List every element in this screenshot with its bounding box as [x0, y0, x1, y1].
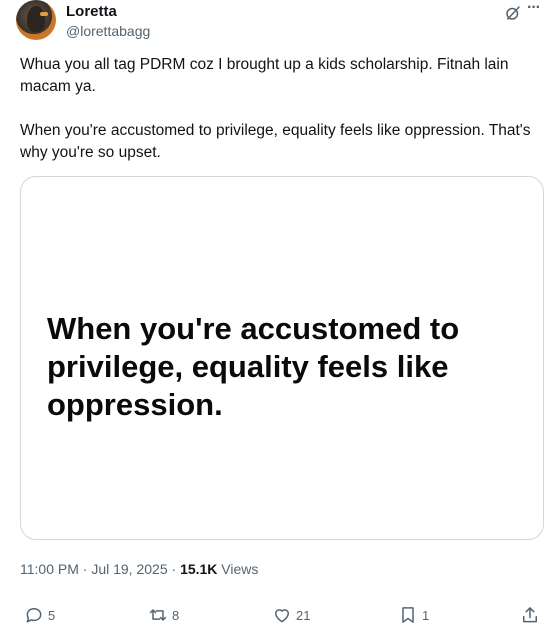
bookmark-button[interactable]: 1	[398, 603, 429, 627]
repost-button[interactable]: 8	[148, 603, 179, 627]
avatar[interactable]	[16, 0, 56, 40]
tweet-paragraph: When you're accustomed to privilege, equ…	[20, 122, 531, 161]
action-bar: 5 8 21 1	[20, 603, 544, 627]
like-count: 21	[296, 607, 311, 623]
bookmark-icon	[402, 607, 414, 623]
avatar-bird-shape	[27, 6, 45, 32]
heart-icon	[275, 609, 289, 623]
tweet-meta: 11:00 PM · Jul 19, 2025 · 15.1K Views	[20, 560, 258, 578]
share-icon	[523, 607, 537, 623]
tweet-paragraph: Whua you all tag PDRM coz I brought up a…	[20, 56, 509, 95]
share-button[interactable]	[520, 603, 540, 627]
author-handle[interactable]: @lorettabagg	[66, 22, 150, 40]
repost-count: 8	[172, 607, 180, 623]
views-label: Views	[217, 561, 259, 577]
reply-icon	[26, 608, 42, 623]
author-name[interactable]: Loretta	[66, 3, 117, 21]
bookmark-count: 1	[422, 607, 430, 623]
media-image-text: When you're accustomed to privilege, equ…	[47, 311, 460, 422]
views-count: 15.1K	[180, 561, 218, 577]
reply-button[interactable]: 5	[24, 603, 55, 627]
reply-count: 5	[48, 607, 56, 623]
tweet-text: Whua you all tag PDRM coz I brought up a…	[20, 54, 540, 164]
media-image[interactable]: When you're accustomed to privilege, equ…	[20, 176, 544, 540]
avatar-beak-shape	[40, 12, 48, 16]
like-button[interactable]: 21	[272, 603, 310, 627]
repost-icon	[149, 609, 167, 621]
timestamp[interactable]: 11:00 PM · Jul 19, 2025 ·	[20, 561, 180, 577]
grok-icon[interactable]	[504, 4, 522, 22]
more-icon[interactable]: ···	[527, 0, 547, 20]
